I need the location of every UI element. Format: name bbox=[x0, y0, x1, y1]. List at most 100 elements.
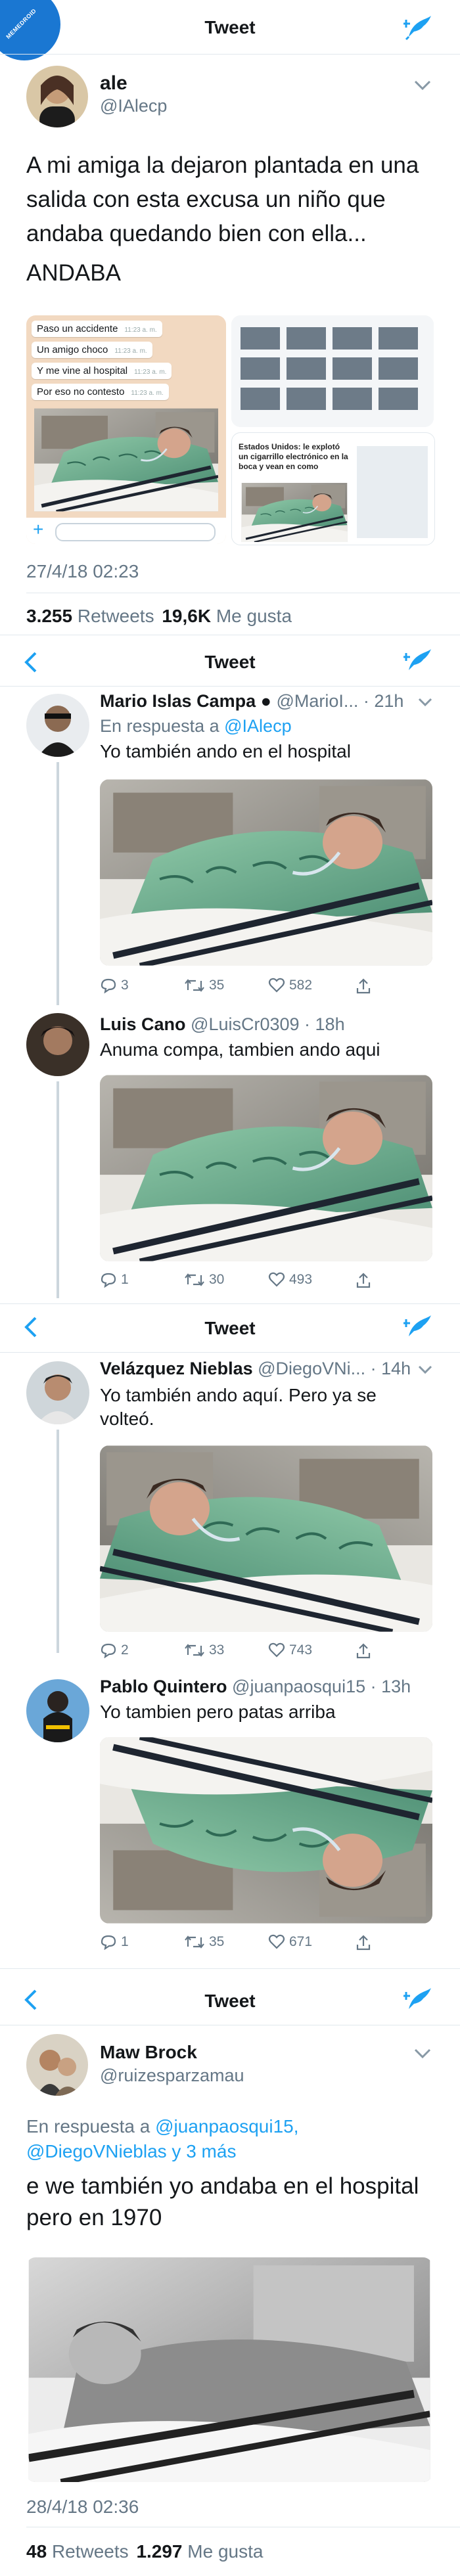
reply-photo[interactable] bbox=[100, 779, 432, 966]
reply-photo[interactable] bbox=[100, 1075, 432, 1261]
like-label[interactable]: Me gusta bbox=[187, 2541, 263, 2562]
reply-header: Mario Islas Campa ● @MarioI... · 21h bbox=[100, 691, 403, 712]
like-action[interactable]: 743 bbox=[268, 1642, 312, 1658]
tweet-photo-sepia[interactable] bbox=[26, 2257, 432, 2482]
author-handle[interactable]: @LuisCr0309 bbox=[191, 1014, 300, 1034]
avatar[interactable] bbox=[26, 2034, 88, 2096]
avatar[interactable] bbox=[26, 1013, 89, 1076]
reply-action[interactable]: 1 bbox=[100, 1272, 129, 1288]
tweet-timestamp: 27/4/18 02:23 bbox=[26, 561, 139, 581]
chevron-down-icon[interactable] bbox=[414, 2048, 431, 2059]
retweet-count[interactable]: 3.255 bbox=[26, 606, 72, 626]
media-article-grid[interactable] bbox=[231, 315, 434, 427]
share-icon[interactable] bbox=[355, 1272, 372, 1289]
nav-title: Tweet bbox=[204, 1991, 256, 2011]
retweet-action[interactable]: 35 bbox=[184, 978, 224, 993]
compose-icon[interactable] bbox=[403, 14, 432, 41]
reply-photo-rotated[interactable] bbox=[100, 1445, 432, 1632]
avatar[interactable] bbox=[26, 694, 89, 757]
share-icon[interactable] bbox=[355, 1642, 372, 1660]
reply-count: 3 bbox=[121, 978, 129, 993]
author-handle[interactable]: @IAlecp bbox=[100, 96, 167, 116]
chat-message: Paso un accidente 11:23 a. m. bbox=[32, 321, 162, 337]
reply-mention-link[interactable]: @juanpaosqui15, bbox=[155, 2116, 298, 2136]
retweet-count[interactable]: 48 bbox=[26, 2541, 47, 2562]
nav-title: Tweet bbox=[204, 652, 256, 672]
avatar[interactable] bbox=[26, 66, 88, 127]
author-handle[interactable]: @ruizesparzamau bbox=[100, 2066, 244, 2086]
tweet-stats: 48 Retweets 1.297 Me gusta bbox=[26, 2541, 263, 2562]
avatar[interactable] bbox=[26, 1679, 89, 1742]
tweet-text-line: pero en 1970 bbox=[26, 2205, 162, 2230]
like-count: 582 bbox=[289, 978, 313, 993]
author-handle[interactable]: @juanpaosqui15 bbox=[232, 1677, 365, 1696]
retweet-icon bbox=[185, 1644, 204, 1657]
author-name[interactable]: Mario Islas Campa bbox=[100, 691, 256, 711]
like-count[interactable]: 1.297 bbox=[136, 2541, 182, 2562]
author-handle[interactable]: @MarioI... bbox=[276, 691, 358, 711]
media-news-article[interactable]: Estados Unidos: le explotó un cigarrillo… bbox=[231, 432, 435, 545]
reply-icon bbox=[101, 1643, 116, 1658]
chat-message: Por eso no contesto 11:23 a. m. bbox=[32, 384, 169, 400]
compose-icon[interactable] bbox=[403, 1314, 432, 1340]
heart-icon bbox=[268, 1934, 285, 1949]
like-action[interactable]: 493 bbox=[268, 1272, 312, 1288]
heart-icon bbox=[268, 1642, 285, 1658]
retweet-action[interactable]: 33 bbox=[184, 1642, 224, 1658]
reply-mention-link[interactable]: @DiegoVNieblas y 3 más bbox=[26, 2139, 299, 2164]
like-action[interactable]: 582 bbox=[268, 978, 312, 993]
author-name[interactable]: ale bbox=[100, 72, 127, 95]
reply-icon bbox=[101, 1935, 116, 1950]
retweet-action[interactable]: 35 bbox=[184, 1934, 224, 1950]
apple-icon: ● bbox=[260, 691, 271, 711]
reply-icon bbox=[101, 978, 116, 993]
tweet-text-line: andaba quedando bien con ella... bbox=[26, 221, 367, 246]
reply-action[interactable]: 3 bbox=[100, 978, 129, 993]
retweet-label[interactable]: Retweets bbox=[78, 606, 154, 626]
share-icon[interactable] bbox=[355, 978, 372, 995]
like-count[interactable]: 19,6K bbox=[162, 606, 211, 626]
compose-icon[interactable] bbox=[403, 648, 432, 674]
like-action[interactable]: 671 bbox=[268, 1934, 312, 1950]
avatar[interactable] bbox=[26, 1361, 89, 1424]
chevron-down-icon[interactable] bbox=[418, 698, 432, 707]
tweet-text-line: A mi amiga la dejaron plantada en una bbox=[26, 152, 419, 178]
reply-icon bbox=[101, 1273, 116, 1288]
tweet-stats: 3.255 Retweets 19,6K Me gusta bbox=[26, 606, 292, 627]
nav-title: Tweet bbox=[204, 1318, 256, 1338]
author-name[interactable]: Pablo Quintero bbox=[100, 1677, 227, 1696]
author-name[interactable]: Maw Brock bbox=[100, 2042, 197, 2063]
media-chat-screenshot[interactable]: Paso un accidente 11:23 a. m. Un amigo ch… bbox=[26, 315, 226, 544]
chevron-down-icon[interactable] bbox=[418, 1365, 432, 1374]
compose-icon[interactable] bbox=[403, 1987, 432, 2013]
chat-message: Y me vine al hospital 11:23 a. m. bbox=[32, 363, 172, 379]
nav-title: Tweet bbox=[204, 17, 256, 37]
tweet-text: A mi amiga la dejaron plantada en una sa… bbox=[26, 148, 419, 290]
tweet-text: e we también yo andaba en el hospital pe… bbox=[26, 2171, 419, 2234]
retweet-label[interactable]: Retweets bbox=[52, 2541, 129, 2562]
reply-text: Yo tambien pero patas arriba bbox=[100, 1702, 336, 1722]
reply-action[interactable]: 2 bbox=[100, 1642, 129, 1658]
tweet-timestamp: 28/4/18 02:36 bbox=[26, 2497, 139, 2517]
reply-text: Anuma compa, tambien ando aqui bbox=[100, 1039, 380, 1060]
reply-time: · 21h bbox=[363, 691, 404, 711]
like-label[interactable]: Me gusta bbox=[216, 606, 292, 626]
author-name[interactable]: Luis Cano bbox=[100, 1014, 186, 1034]
retweet-action[interactable]: 30 bbox=[184, 1272, 224, 1288]
reply-photo-upside-down[interactable] bbox=[100, 1737, 432, 1924]
reply-header: Velázquez Nieblas @DiegoVNi... · 14h bbox=[100, 1359, 411, 1379]
plus-icon[interactable]: + bbox=[33, 519, 43, 540]
chevron-down-icon[interactable] bbox=[414, 80, 431, 91]
reply-time: · 13h bbox=[370, 1677, 411, 1696]
retweet-count: 35 bbox=[209, 978, 225, 993]
share-icon[interactable] bbox=[355, 1934, 372, 1951]
reply-mention-link[interactable]: @IAlecp bbox=[224, 716, 291, 736]
retweet-icon bbox=[185, 1273, 204, 1286]
retweet-count: 30 bbox=[209, 1272, 225, 1287]
reply-action[interactable]: 1 bbox=[100, 1934, 129, 1950]
author-name[interactable]: Velázquez Nieblas bbox=[100, 1359, 253, 1378]
reply-text: Yo también ando aquí. Pero ya se volteó. bbox=[100, 1385, 377, 1429]
author-handle[interactable]: @DiegoVNi... bbox=[258, 1359, 365, 1378]
reply-text: Yo también ando en el hospital bbox=[100, 741, 351, 761]
like-count: 493 bbox=[289, 1272, 313, 1287]
